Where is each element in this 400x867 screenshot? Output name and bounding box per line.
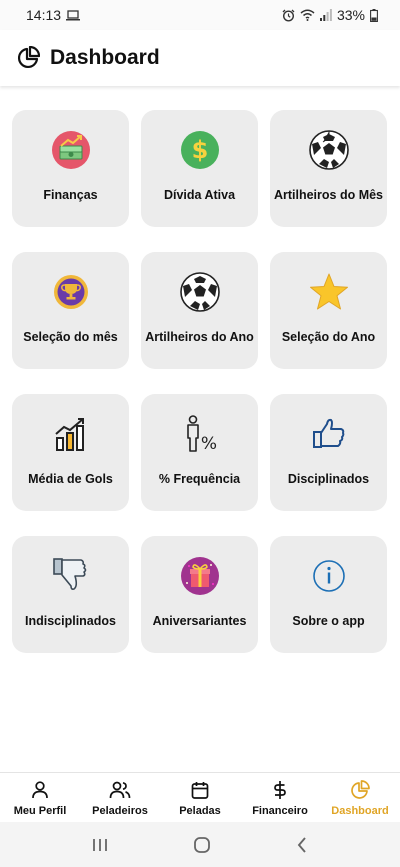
nav-peladas[interactable]: Peladas bbox=[160, 773, 240, 822]
home-button[interactable] bbox=[193, 836, 211, 854]
pie-chart-icon bbox=[350, 780, 370, 800]
pie-chart-icon bbox=[16, 46, 40, 70]
laptop-icon bbox=[66, 9, 81, 21]
dollar-sign-icon bbox=[272, 780, 288, 800]
status-left: 14:13 bbox=[26, 7, 81, 23]
card-selecao-ano[interactable]: Seleção do Ano bbox=[270, 252, 387, 369]
info-icon bbox=[309, 556, 349, 596]
battery-icon bbox=[370, 8, 378, 22]
card-label: Aniversariantes bbox=[152, 614, 247, 628]
nav-meu-perfil[interactable]: Meu Perfil bbox=[0, 773, 80, 822]
card-label: % Frequência bbox=[158, 472, 241, 486]
gift-icon bbox=[180, 556, 220, 596]
soccer-ball-icon bbox=[308, 130, 349, 170]
card-frequencia[interactable]: % % Frequência bbox=[141, 394, 258, 511]
card-sobre-app[interactable]: Sobre o app bbox=[270, 536, 387, 653]
nav-label: Meu Perfil bbox=[13, 805, 67, 817]
users-icon bbox=[109, 780, 131, 800]
svg-text:%: % bbox=[200, 434, 216, 454]
card-indisciplinados[interactable]: Indisciplinados bbox=[12, 536, 129, 653]
calendar-icon bbox=[190, 780, 210, 800]
card-label: Média de Gols bbox=[28, 472, 113, 486]
soccer-ball-icon bbox=[179, 272, 220, 312]
status-time: 14:13 bbox=[26, 7, 62, 23]
card-media-gols[interactable]: Média de Gols bbox=[12, 394, 129, 511]
card-divida-ativa[interactable]: $ Dívida Ativa bbox=[141, 110, 258, 227]
page-title: Dashboard bbox=[50, 46, 160, 69]
back-button[interactable] bbox=[296, 836, 308, 854]
nav-peladeiros[interactable]: Peladeiros bbox=[80, 773, 160, 822]
bar-chart-icon bbox=[51, 414, 91, 454]
svg-text:$: $ bbox=[191, 136, 208, 164]
card-disciplinados[interactable]: Disciplinados bbox=[270, 394, 387, 511]
recent-apps-button[interactable] bbox=[92, 837, 108, 853]
nav-label: Peladeiros bbox=[92, 805, 148, 817]
dashboard-grid: Finanças $ Dívida Ativa Artilheiros do M… bbox=[12, 110, 388, 653]
card-label: Dívida Ativa bbox=[163, 188, 236, 202]
user-icon bbox=[30, 780, 50, 800]
card-label: Artilheiros do Mês bbox=[273, 188, 384, 202]
bottom-nav: Meu Perfil Peladeiros Peladas Financeiro… bbox=[0, 772, 400, 822]
nav-label: Dashboard bbox=[331, 805, 389, 817]
card-label: Seleção do Ano bbox=[281, 330, 376, 344]
card-aniversariantes[interactable]: Aniversariantes bbox=[141, 536, 258, 653]
card-artilheiros-mes[interactable]: Artilheiros do Mês bbox=[270, 110, 387, 227]
card-artilheiros-ano[interactable]: Artilheiros do Ano bbox=[141, 252, 258, 369]
nav-dashboard[interactable]: Dashboard bbox=[320, 773, 400, 822]
nav-label: Financeiro bbox=[252, 805, 308, 817]
app-header: Dashboard bbox=[0, 30, 400, 86]
card-financas[interactable]: Finanças bbox=[12, 110, 129, 227]
alarm-icon bbox=[282, 9, 295, 22]
card-selecao-mes[interactable]: Seleção do mês bbox=[12, 252, 129, 369]
system-nav bbox=[0, 822, 400, 867]
star-icon bbox=[309, 272, 349, 312]
trophy-icon bbox=[51, 272, 91, 312]
signal-icon bbox=[319, 9, 332, 21]
card-label: Disciplinados bbox=[287, 472, 370, 486]
nav-financeiro[interactable]: Financeiro bbox=[240, 773, 320, 822]
card-label: Indisciplinados bbox=[25, 614, 116, 628]
card-label: Artilheiros do Ano bbox=[145, 330, 254, 344]
nav-label: Peladas bbox=[179, 805, 221, 817]
card-label: Seleção do mês bbox=[23, 330, 118, 344]
dollar-icon: $ bbox=[180, 130, 220, 170]
status-bar: 14:13 33% bbox=[0, 0, 400, 30]
wifi-icon bbox=[300, 9, 315, 21]
card-label: Finanças bbox=[43, 188, 98, 202]
thumbs-up-icon bbox=[309, 414, 349, 454]
status-right: 33% bbox=[282, 7, 378, 23]
card-label: Sobre o app bbox=[292, 614, 365, 628]
battery-percent: 33% bbox=[336, 7, 365, 23]
thumbs-down-icon bbox=[51, 556, 91, 596]
person-percent-icon: % bbox=[180, 414, 220, 454]
money-icon bbox=[51, 130, 91, 170]
